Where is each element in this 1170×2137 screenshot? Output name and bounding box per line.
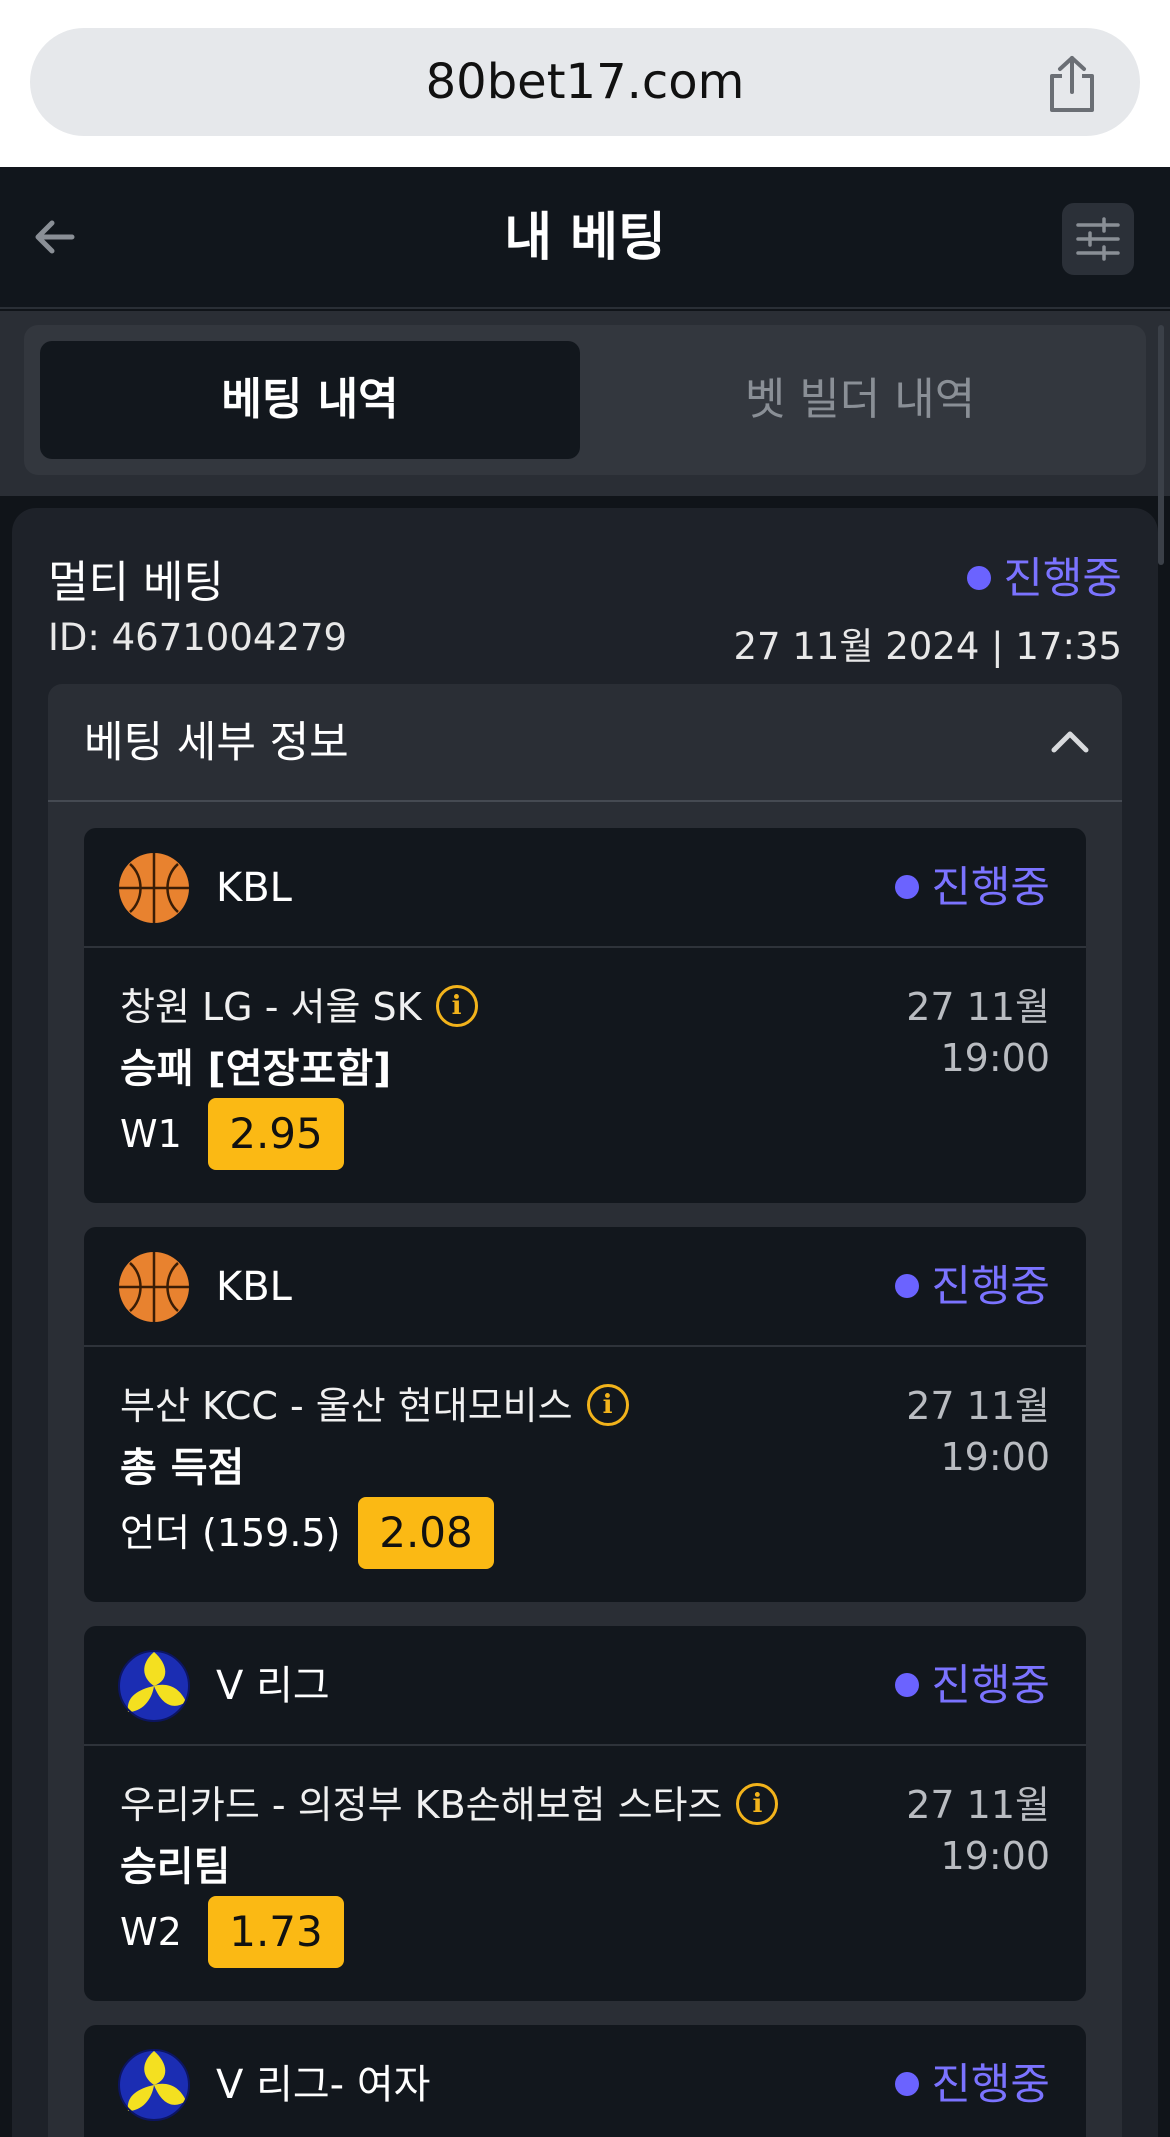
bet-status: 진행중 [967,544,1122,606]
market-name: 승패 [연장포함] [120,1046,392,1092]
scrollbar[interactable] [1158,325,1164,565]
basketball-icon [119,1252,189,1322]
tabs-container: 베팅 내역 벳 빌더 내역 [0,311,1170,496]
event-item[interactable]: V 리그 진행중 우리카드 - 의정부 KB손해보험 스타즈 i 27 11월 승… [84,1626,1086,2001]
event-header: KBL 진행중 [84,1227,1086,1347]
event-header: V 리그 진행중 [84,1626,1086,1746]
sliders-icon [1076,217,1120,261]
info-icon[interactable]: i [435,984,478,1027]
event-time: 19:00 [940,1435,1050,1479]
odds-badge: 2.95 [208,1098,344,1170]
match-name: 부산 KCC - 울산 현대모비스 i [120,1375,629,1430]
status-dot-icon [967,565,992,590]
league-name: KBL [216,865,292,911]
market-name: 승리팀 [120,1844,231,1890]
bet-type: 멀티 베팅 [48,557,224,608]
selection: W1 [120,1112,182,1156]
odds-badge: 1.73 [208,1896,344,1968]
url-text: 80bet17.com [425,54,745,110]
event-status: 진행중 [895,1626,1050,1746]
volleyball-icon [118,1650,190,1722]
odds-badge: 2.08 [358,1497,494,1569]
status-dot-icon [895,1273,920,1298]
match-name: 창원 LG - 서울 SK i [120,976,478,1031]
market-name: 총 득점 [120,1445,245,1491]
status-dot-icon [895,1672,920,1697]
event-header: V 리그- 여자 진행중 [84,2025,1086,2137]
browser-bar: 80bet17.com [0,0,1170,167]
bet-details-header[interactable]: 베팅 세부 정보 [48,684,1122,802]
event-time: 19:00 [940,1036,1050,1080]
event-status: 진행중 [895,1227,1050,1347]
bet-card: 멀티 베팅 진행중 ID: 4671004279 27 11월 2024 | 1… [12,508,1158,2137]
league-name: V 리그- 여자 [216,2062,431,2108]
volleyball-icon [118,2049,190,2121]
info-icon[interactable]: i [736,1782,779,1825]
filter-button[interactable] [1062,203,1134,275]
event-item[interactable]: KBL 진행중 부산 KCC - 울산 현대모비스 i 27 11월 총 득점 1… [84,1227,1086,1602]
event-item[interactable]: V 리그- 여자 진행중 [84,2025,1086,2137]
bet-details-title: 베팅 세부 정보 [84,718,349,768]
event-status: 진행중 [895,828,1050,948]
event-time: 19:00 [940,1834,1050,1878]
event-header: KBL 진행중 [84,828,1086,948]
bet-details: 베팅 세부 정보 KBL 진행중 창원 LG - 서울 SK i 27 11월 승… [48,684,1122,2137]
league-name: KBL [216,1264,292,1310]
event-date: 27 11월 [906,985,1050,1029]
match-name: 우리카드 - 의정부 KB손해보험 스타즈 i [120,1774,779,1829]
status-dot-icon [895,2071,920,2096]
event-date: 27 11월 [906,1783,1050,1827]
status-dot-icon [895,874,920,899]
address-bar[interactable]: 80bet17.com [30,28,1140,136]
page-title: 내 베팅 [504,208,666,268]
bet-id: ID: 4671004279 [48,616,348,659]
share-icon[interactable] [1044,54,1100,114]
event-status: 진행중 [895,2025,1050,2137]
app-header: 내 베팅 [0,167,1170,309]
tab-bet-builder-history[interactable]: 벳 빌더 내역 [590,341,1130,459]
selection: 언더 (159.5) [120,1511,341,1555]
info-icon[interactable]: i [586,1383,629,1426]
event-item[interactable]: KBL 진행중 창원 LG - 서울 SK i 27 11월 승패 [연장포함] … [84,828,1086,1203]
basketball-icon [119,853,189,923]
league-name: V 리그 [216,1663,330,1709]
chevron-up-icon[interactable] [1050,726,1090,756]
tab-bet-history[interactable]: 베팅 내역 [40,341,580,459]
bet-placed-date: 27 11월 2024 | 17:35 [733,625,1122,668]
event-date: 27 11월 [906,1384,1050,1428]
tab-bar: 베팅 내역 벳 빌더 내역 [24,325,1146,475]
selection: W2 [120,1910,182,1954]
